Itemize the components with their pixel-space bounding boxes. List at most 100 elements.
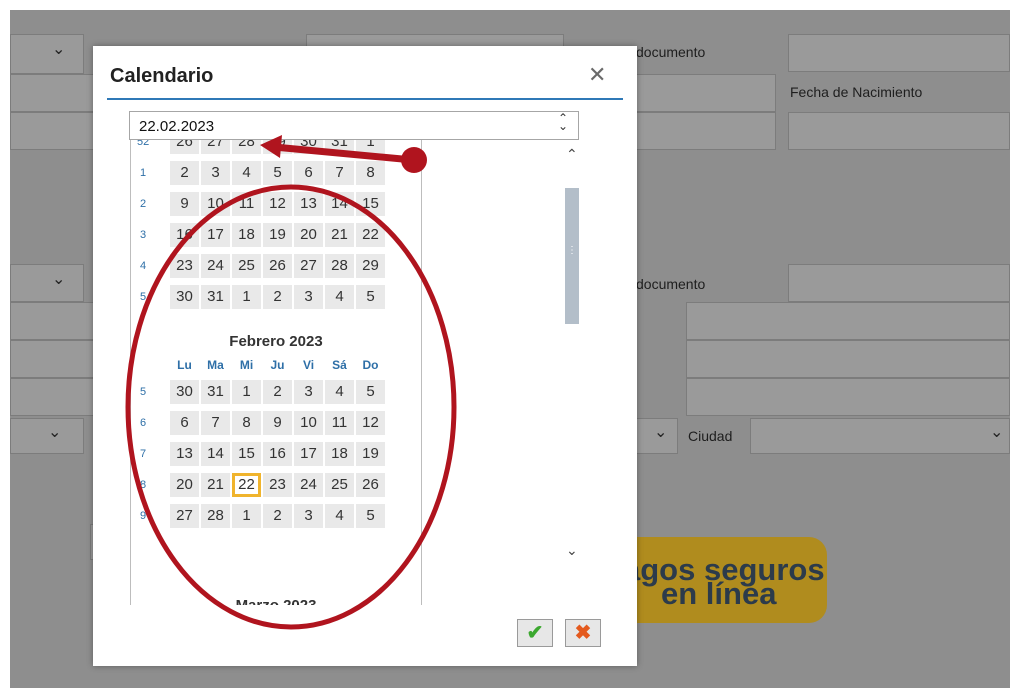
text-field-9[interactable]: [686, 302, 1010, 340]
calendar-day[interactable]: 4: [325, 285, 354, 309]
close-icon[interactable]: ✕: [588, 64, 606, 86]
cancel-button[interactable]: ✖: [565, 619, 601, 647]
calendar-day[interactable]: 21: [325, 223, 354, 247]
calendar-day[interactable]: 8: [356, 161, 385, 185]
calendar-day[interactable]: 3: [201, 161, 230, 185]
fecha-nacimiento-field[interactable]: [788, 112, 1010, 150]
calendar-day[interactable]: 4: [232, 161, 261, 185]
calendar-day[interactable]: 7: [201, 411, 230, 435]
calendar-day[interactable]: 16: [170, 223, 199, 247]
documento-field[interactable]: [788, 34, 1010, 72]
calendar-day[interactable]: 18: [325, 442, 354, 466]
scrollbar-thumb[interactable]: [565, 188, 579, 324]
calendar-day[interactable]: 31: [201, 380, 230, 404]
calendar-day[interactable]: 29: [263, 140, 292, 154]
calendar-day[interactable]: 30: [170, 380, 199, 404]
calendar-day[interactable]: 30: [294, 140, 323, 154]
calendar-day[interactable]: 28: [201, 504, 230, 528]
calendar-day[interactable]: 4: [325, 380, 354, 404]
calendar-day[interactable]: 1: [232, 285, 261, 309]
calendar-day[interactable]: 7: [325, 161, 354, 185]
calendar-day[interactable]: 5: [263, 161, 292, 185]
calendar-day[interactable]: 4: [325, 504, 354, 528]
calendar-day[interactable]: 20: [294, 223, 323, 247]
calendar-day[interactable]: 30: [170, 285, 199, 309]
calendar-day[interactable]: 15: [232, 442, 261, 466]
calendar-day[interactable]: 13: [170, 442, 199, 466]
calendar-day[interactable]: 14: [201, 442, 230, 466]
calendar-day[interactable]: 3: [294, 285, 323, 309]
calendar-day[interactable]: 1: [232, 380, 261, 404]
calendar-day[interactable]: 6: [170, 411, 199, 435]
text-field-5[interactable]: [10, 378, 94, 416]
calendar-day[interactable]: 24: [294, 473, 323, 497]
calendar-scroll-area[interactable]: 52 26 27 28 29 30 31 1 1 2 3 4 5 6 7 8 2 9 10 11 12 13 14 15 3 16…: [130, 140, 422, 605]
calendar-day[interactable]: 24: [201, 254, 230, 278]
calendar-day-selected[interactable]: 22: [232, 473, 261, 497]
calendar-day[interactable]: 2: [263, 380, 292, 404]
select-field-3[interactable]: [10, 418, 84, 454]
spinner-icon[interactable]: ⌃ ⌄: [557, 112, 569, 132]
calendar-day[interactable]: 18: [232, 223, 261, 247]
calendar-day[interactable]: 9: [263, 411, 292, 435]
calendar-day[interactable]: 2: [170, 161, 199, 185]
ciudad-select[interactable]: [750, 418, 1010, 454]
secure-payments-banner[interactable]: agos seguros en línea: [615, 537, 827, 623]
select-field-2[interactable]: [10, 264, 84, 302]
calendar-day[interactable]: 5: [356, 504, 385, 528]
calendar-day[interactable]: 1: [232, 504, 261, 528]
confirm-button[interactable]: ✔: [517, 619, 553, 647]
calendar-day[interactable]: 16: [263, 442, 292, 466]
calendar-day[interactable]: 11: [325, 411, 354, 435]
calendar-day[interactable]: 5: [356, 380, 385, 404]
calendar-day[interactable]: 12: [263, 192, 292, 216]
text-field-10[interactable]: [686, 340, 1010, 378]
calendar-day[interactable]: 10: [201, 192, 230, 216]
calendar-day[interactable]: 8: [232, 411, 261, 435]
calendar-day[interactable]: 31: [201, 285, 230, 309]
text-field-1[interactable]: [10, 74, 94, 112]
calendar-day[interactable]: 19: [356, 442, 385, 466]
calendar-day[interactable]: 25: [232, 254, 261, 278]
text-field-11[interactable]: [686, 378, 1010, 416]
calendar-day[interactable]: 2: [263, 285, 292, 309]
calendar-day[interactable]: 11: [232, 192, 261, 216]
calendar-day[interactable]: 14: [325, 192, 354, 216]
scroll-down-icon[interactable]: ⌄: [566, 542, 578, 559]
calendar-day[interactable]: 2: [263, 504, 292, 528]
documento-field-2[interactable]: [788, 264, 1010, 302]
calendar-day[interactable]: 21: [201, 473, 230, 497]
calendar-day[interactable]: 29: [356, 254, 385, 278]
calendar-day[interactable]: 1: [356, 140, 385, 154]
calendar-day[interactable]: 9: [170, 192, 199, 216]
calendar-day[interactable]: 26: [356, 473, 385, 497]
calendar-day[interactable]: 15: [356, 192, 385, 216]
calendar-day[interactable]: 23: [170, 254, 199, 278]
calendar-day[interactable]: 12: [356, 411, 385, 435]
calendar-day[interactable]: 28: [232, 140, 261, 154]
calendar-day[interactable]: 31: [325, 140, 354, 154]
calendar-day[interactable]: 26: [263, 254, 292, 278]
calendar-day[interactable]: 3: [294, 380, 323, 404]
calendar-day[interactable]: 23: [263, 473, 292, 497]
calendar-day[interactable]: 27: [201, 140, 230, 154]
text-field-2[interactable]: [10, 112, 94, 150]
calendar-day[interactable]: 13: [294, 192, 323, 216]
calendar-day[interactable]: 19: [263, 223, 292, 247]
calendar-day[interactable]: 10: [294, 411, 323, 435]
text-field-3[interactable]: [10, 302, 94, 340]
date-input[interactable]: [129, 111, 579, 140]
calendar-day[interactable]: 28: [325, 254, 354, 278]
calendar-day[interactable]: 20: [170, 473, 199, 497]
calendar-day[interactable]: 25: [325, 473, 354, 497]
select-field-1[interactable]: [10, 34, 84, 74]
text-field-4[interactable]: [10, 340, 94, 378]
scroll-up-icon[interactable]: ⌃: [566, 146, 578, 163]
calendar-day[interactable]: 6: [294, 161, 323, 185]
calendar-day[interactable]: 22: [356, 223, 385, 247]
calendar-day[interactable]: 17: [294, 442, 323, 466]
calendar-day[interactable]: 27: [170, 504, 199, 528]
calendar-day[interactable]: 17: [201, 223, 230, 247]
calendar-day[interactable]: 5: [356, 285, 385, 309]
calendar-day[interactable]: 27: [294, 254, 323, 278]
